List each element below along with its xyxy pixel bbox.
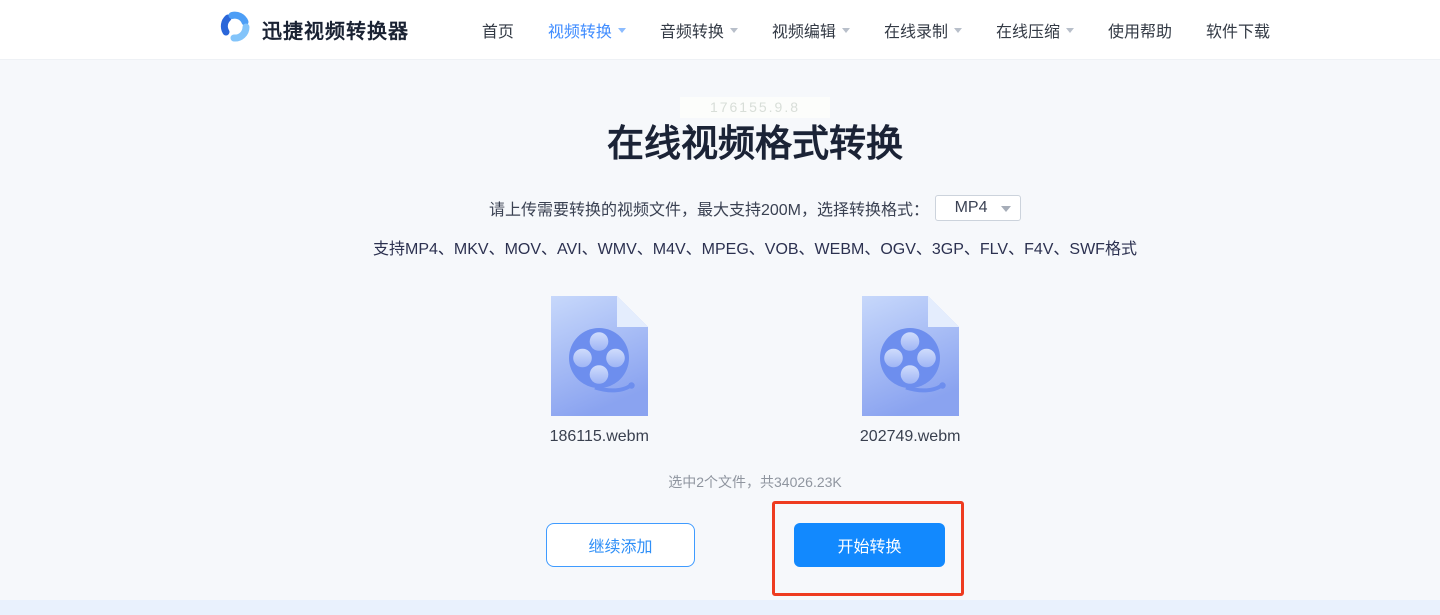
action-buttons-row: 继续添加 开始转换 <box>546 500 964 596</box>
selected-files-row: 186115.webm 202749.webm <box>548 293 961 446</box>
nav-label: 软件下载 <box>1205 23 1270 41</box>
nav-item-video-convert[interactable]: 视频转换 <box>548 18 626 42</box>
nav-label: 视频转换 <box>547 23 612 41</box>
file-name: 202749.webm <box>859 427 961 445</box>
upload-hint-text: 请上传需要转换的视频文件，最大支持200M，选择转换格式： <box>488 201 930 219</box>
nav-label: 使用帮助 <box>1107 23 1172 41</box>
brand[interactable]: 迅捷视频转换器 <box>218 10 409 49</box>
file-name: 186115.webm <box>549 427 649 445</box>
caret-down-icon <box>1065 28 1074 33</box>
supported-formats-text: 支持MP4、MKV、MOV、AVI、WMV、M4V、MPEG、VOB、WEBM、… <box>373 240 1137 258</box>
nav-label: 在线录制 <box>883 23 948 41</box>
footer-band <box>0 600 1440 615</box>
nav-item-software-download[interactable]: 软件下载 <box>1206 18 1270 42</box>
brand-title: 迅捷视频转换器 <box>262 21 409 43</box>
caret-down-icon <box>1001 205 1012 212</box>
converter-section: 176155.9.8 在线视频格式转换 请上传需要转换的视频文件，最大支持200… <box>0 60 1440 600</box>
nav-label: 音频转换 <box>659 23 724 41</box>
video-file-icon <box>859 293 961 421</box>
swirl-logo-icon <box>218 10 252 49</box>
add-more-button[interactable]: 继续添加 <box>546 522 695 567</box>
nav-label: 在线压缩 <box>995 23 1060 41</box>
nav-item-video-edit[interactable]: 视频编辑 <box>772 18 850 42</box>
caret-down-icon <box>953 28 962 33</box>
nav-item-audio-convert[interactable]: 音频转换 <box>660 18 738 42</box>
nav-label: 视频编辑 <box>771 23 836 41</box>
page-title: 在线视频格式转换 <box>607 123 903 164</box>
format-select[interactable]: MP4 <box>935 194 1022 221</box>
caret-down-icon <box>617 28 626 33</box>
watermark: 176155.9.8 <box>680 97 830 118</box>
nav-label: 首页 <box>481 23 514 41</box>
file-item[interactable]: 202749.webm <box>859 293 961 446</box>
nav-item-home[interactable]: 首页 <box>482 18 514 42</box>
selection-summary: 选中2个文件，共34026.23K <box>668 473 842 490</box>
video-file-icon <box>548 293 650 421</box>
top-navbar: 迅捷视频转换器 首页 视频转换 音频转换 视频编辑 在线录制 在线压缩 使用帮助 <box>0 0 1440 60</box>
red-annotation-box: 开始转换 <box>772 500 964 596</box>
nav-item-online-compress[interactable]: 在线压缩 <box>996 18 1074 42</box>
upload-hint-row: 请上传需要转换的视频文件，最大支持200M，选择转换格式： MP4 <box>488 194 1022 221</box>
caret-down-icon <box>729 28 738 33</box>
nav-item-help[interactable]: 使用帮助 <box>1108 18 1172 42</box>
caret-down-icon <box>841 28 850 33</box>
format-select-value: MP4 <box>954 198 988 216</box>
nav-item-online-record[interactable]: 在线录制 <box>884 18 962 42</box>
main-nav: 首页 视频转换 音频转换 视频编辑 在线录制 在线压缩 使用帮助 软件下载 <box>482 18 1270 42</box>
file-item[interactable]: 186115.webm <box>548 293 650 446</box>
start-convert-button[interactable]: 开始转换 <box>794 522 945 567</box>
